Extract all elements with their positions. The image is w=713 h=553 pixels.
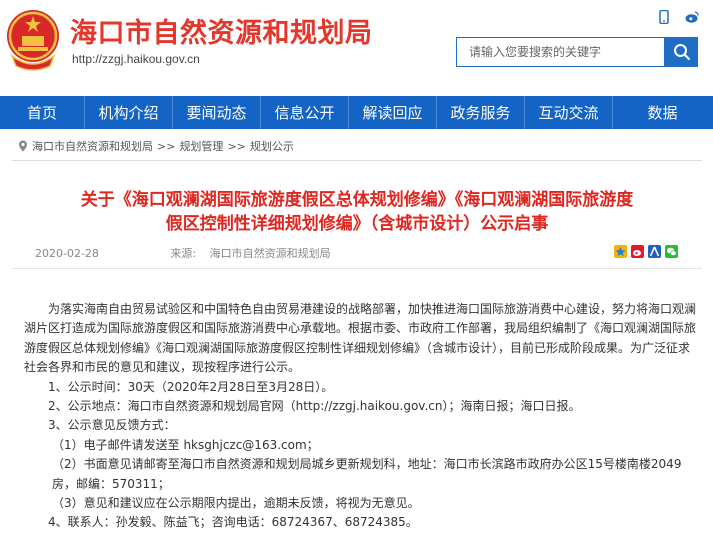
article-paragraph: 4、联系人：孙发毅、陈益飞；咨询电话：68724367、68724385。 <box>48 515 418 530</box>
article-paragraph: 1、公示时间：30天（2020年2月28日至3月28日）。 <box>48 379 334 394</box>
breadcrumb-item-announcement[interactable]: 规划公示 <box>250 138 294 154</box>
share-bar <box>614 243 678 258</box>
main-nav: 首页 机构介绍 要闻动态 信息公开 解读回应 政务服务 互动交流 数据 <box>0 96 713 129</box>
share-weibo-icon[interactable] <box>631 243 644 258</box>
article-source: 海口市自然资源和规划局 <box>209 247 331 260</box>
share-qzone-icon[interactable] <box>614 243 627 258</box>
weibo-icon[interactable] <box>685 10 699 24</box>
share-renren-icon[interactable] <box>648 243 661 258</box>
search-input[interactable] <box>456 37 665 67</box>
article-source-label: 来源: <box>170 247 197 260</box>
nav-item-disclosure[interactable]: 信息公开 <box>261 96 348 129</box>
nav-item-data[interactable]: 数据 <box>613 96 712 129</box>
article-meta: 2020-02-28 来源: 海口市自然资源和规划局 <box>35 245 331 261</box>
search-button[interactable] <box>665 37 698 67</box>
breadcrumb-item-home[interactable]: 海口市自然资源和规划局 <box>32 138 153 154</box>
location-icon <box>19 140 27 152</box>
article-title-line1: 关于《海口观澜湖国际旅游度假区总体规划修编》《海口观澜湖国际旅游度 <box>80 190 634 210</box>
emblem-icon <box>7 10 59 71</box>
breadcrumb-separator: >> <box>227 139 246 153</box>
article-paragraph: （3）意见和建议应在公示期限内提出，逾期未反馈，将视为无意见。 <box>52 496 420 511</box>
article-paragraph: （2）书面意见请邮寄至海口市自然资源和规划局城乡更新规划科，地址：海口市长滨路市… <box>52 457 682 491</box>
search-icon <box>673 44 690 61</box>
article-paragraph: 3、公示意见反馈方式： <box>48 418 176 433</box>
article-title: 关于《海口观澜湖国际旅游度假区总体规划修编》《海口观澜湖国际旅游度 假区控制性详… <box>14 188 700 236</box>
meta-divider <box>12 268 702 269</box>
nav-item-interaction[interactable]: 互动交流 <box>525 96 612 129</box>
article-title-line2: 假区控制性详细规划修编》（含城市设计）公示启事 <box>165 214 549 234</box>
nav-item-interpretation[interactable]: 解读回应 <box>349 96 436 129</box>
nav-item-home[interactable]: 首页 <box>0 96 84 129</box>
site-url[interactable]: http://zzgj.haikou.gov.cn <box>72 52 200 66</box>
top-icons <box>657 10 699 24</box>
article-paragraph: 为落实海南自由贸易试验区和中国特色自由贸易港建设的战略部署，加快推进海口国际旅游… <box>24 302 697 375</box>
breadcrumb-divider <box>12 160 702 161</box>
nav-item-news[interactable]: 要闻动态 <box>173 96 260 129</box>
article-body: 为落实海南自由贸易试验区和中国特色自由贸易港建设的战略部署，加快推进海口国际旅游… <box>24 300 696 533</box>
nav-item-services[interactable]: 政务服务 <box>437 96 524 129</box>
article-date: 2020-02-28 <box>35 247 99 260</box>
nav-item-about[interactable]: 机构介绍 <box>85 96 172 129</box>
article-paragraph: 2、公示地点：海口市自然资源和规划局官网（http://zzgj.haikou.… <box>48 399 581 414</box>
site-header: 海口市自然资源和规划局 http://zzgj.haikou.gov.cn <box>0 0 713 96</box>
breadcrumb-separator: >> <box>157 139 176 153</box>
article-paragraph: （1）电子邮件请发送至 hksghjczc@163.com； <box>52 437 319 452</box>
site-title: 海口市自然资源和规划局 <box>70 18 373 49</box>
share-wechat-icon[interactable] <box>665 243 678 258</box>
breadcrumb: 海口市自然资源和规划局 >> 规划管理 >> 规划公示 <box>18 138 294 154</box>
mobile-icon[interactable] <box>657 10 671 24</box>
breadcrumb-item-planning[interactable]: 规划管理 <box>179 138 223 154</box>
